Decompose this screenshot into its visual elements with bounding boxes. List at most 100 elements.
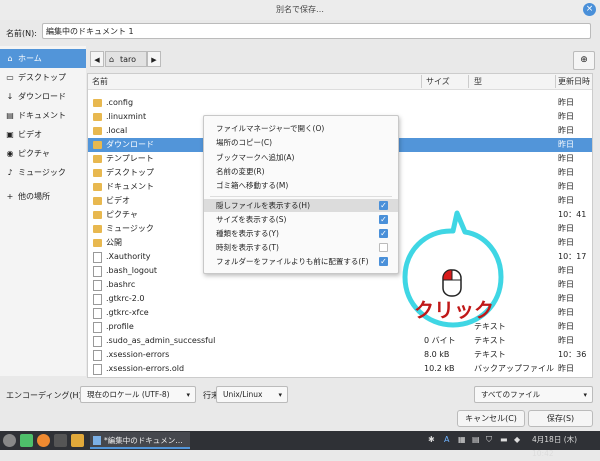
places-sidebar: ⌂ ホーム ▭ デスクトップ ↓ ダウンロード ▤ ドキュメント ▣ ビデオ ◉ ピクチャ ♪ ミュージッ… — [0, 46, 86, 376]
context-menu: ファイルマネージャーで開く(O) 場所のコピー(C) ブックマークへ追加(A) 名前の… — [203, 115, 399, 274]
column-type-header[interactable]: 型 — [474, 74, 482, 89]
click-annotation-text: クリック — [414, 298, 494, 322]
taskbar-task-editor[interactable]: *編集中のドキュメン… — [90, 432, 190, 449]
checkbox-checked-icon[interactable]: ✓ — [379, 201, 388, 210]
file-date: 昨日 — [558, 308, 574, 317]
menu-toggle-item[interactable]: 隠しファイルを表示する(H) ✓ — [204, 199, 398, 212]
menu-toggle-item[interactable]: サイズを表示する(S) ✓ — [204, 213, 398, 226]
sidebar-item-label: 他の場所 — [18, 192, 50, 201]
save-button[interactable]: 保存(S) — [528, 410, 593, 427]
file-date: 昨日 — [558, 336, 574, 345]
back-button[interactable]: ◀ — [90, 51, 104, 67]
close-button[interactable]: × — [583, 3, 596, 16]
folder-icon — [93, 169, 102, 177]
checkbox-unchecked-icon[interactable] — [379, 243, 388, 252]
new-folder-icon: ⊕ — [580, 55, 588, 65]
file-row[interactable]: .sudo_as_admin_successful 0 バイト テキスト 昨日 — [88, 334, 592, 348]
folder-icon — [93, 197, 102, 205]
checkbox-checked-icon[interactable]: ✓ — [379, 257, 388, 266]
sidebar-item-2[interactable]: ↓ ダウンロード — [0, 87, 86, 106]
sidebar-item-7[interactable]: + 他の場所 — [0, 187, 86, 206]
menu-toggle-item[interactable]: 時刻を表示する(T) — [204, 241, 398, 254]
shield-icon[interactable]: ⛉ — [486, 433, 492, 447]
menu-toggle-item[interactable]: 種類を表示する(Y) ✓ — [204, 227, 398, 240]
show-desktop-icon[interactable] — [20, 434, 33, 447]
file-name: ダウンロード — [106, 140, 154, 149]
file-name: デスクトップ — [106, 168, 154, 177]
file-icon — [93, 280, 102, 291]
column-size-header[interactable]: サイズ — [426, 74, 450, 89]
file-name: .sudo_as_admin_successful — [106, 336, 216, 345]
music-icon: ♪ — [7, 168, 13, 177]
filename-input[interactable]: 編集中のドキュメント 1 — [42, 23, 591, 39]
menu-icon[interactable] — [3, 434, 16, 447]
menu-item[interactable]: ブックマークへ追加(A) — [204, 151, 398, 164]
files-icon[interactable] — [71, 434, 84, 447]
sidebar-item-1[interactable]: ▭ デスクトップ — [0, 68, 86, 87]
network-icon[interactable]: ◆ — [514, 433, 520, 447]
column-name-header[interactable]: 名前 — [92, 74, 108, 89]
download-icon: ↓ — [6, 92, 14, 101]
menu-item[interactable]: ゴミ箱へ移動する(M) — [204, 179, 398, 192]
chevron-left-icon: ◀ — [94, 56, 100, 64]
cancel-button[interactable]: キャンセル(C) — [457, 410, 525, 427]
file-date: 昨日 — [558, 364, 574, 373]
file-row[interactable]: .gtkrc-2.0 昨日 — [88, 292, 592, 306]
menu-toggle-item[interactable]: フォルダーをファイルよりも前に配置する(F) ✓ — [204, 255, 398, 268]
file-name: ミュージック — [106, 224, 154, 233]
file-name: .config — [106, 98, 134, 107]
taskbar-task-label: *編集中のドキュメン… — [104, 436, 183, 445]
sidebar-item-0[interactable]: ⌂ ホーム — [0, 49, 86, 68]
menu-toggle-label: 時刻を表示する(T) — [216, 243, 279, 252]
file-filter-select[interactable]: すべてのファイル ▾ — [474, 386, 593, 403]
file-icon — [93, 364, 102, 375]
encoding-select[interactable]: 現在のロケール (UTF-8) ▾ — [80, 386, 196, 403]
sidebar-item-3[interactable]: ▤ ドキュメント — [0, 106, 86, 125]
file-name: ビデオ — [106, 196, 130, 205]
file-date: 昨日 — [558, 266, 574, 275]
window-title: 別名で保存… — [276, 5, 324, 14]
input-method-icon[interactable]: A — [444, 433, 449, 447]
folder-icon — [93, 155, 102, 163]
file-type: テキスト — [474, 336, 506, 345]
sidebar-item-label: ドキュメント — [18, 111, 66, 120]
line-ending-select[interactable]: Unix/Linux ▾ — [216, 386, 288, 403]
file-icon — [93, 308, 102, 319]
file-icon — [93, 322, 102, 333]
file-date: 10：41 — [558, 210, 587, 219]
clock[interactable]: 4月18日 (木) 10:42 — [532, 433, 600, 458]
column-modified-header[interactable]: 更新日時 — [558, 74, 590, 89]
keyboard-icon[interactable]: ▦ — [458, 433, 466, 447]
menu-item[interactable]: 場所のコピー(C) — [204, 136, 398, 149]
bluetooth-icon[interactable]: ✱ — [428, 433, 435, 447]
file-name: .Xauthority — [106, 252, 151, 261]
file-date: 昨日 — [558, 224, 574, 233]
sidebar-item-label: ミュージック — [18, 168, 66, 177]
file-row[interactable]: .config 昨日 — [88, 96, 592, 110]
home-icon: ⌂ — [7, 54, 13, 63]
sidebar-item-4[interactable]: ▣ ビデオ — [0, 125, 86, 144]
volume-icon[interactable]: ▬ — [500, 433, 508, 447]
file-row[interactable]: .bashrc 昨日 — [88, 278, 592, 292]
file-row[interactable]: .profile テキスト 昨日 — [88, 320, 592, 334]
file-row[interactable]: .xsession-errors.old 10.2 kB バックアップファイル 昨日 — [88, 362, 592, 376]
document-icon: ▤ — [6, 111, 14, 120]
forward-button[interactable]: ▶ — [147, 51, 161, 67]
terminal-icon[interactable] — [54, 434, 67, 447]
checkbox-checked-icon[interactable]: ✓ — [379, 215, 388, 224]
new-folder-button[interactable]: ⊕ — [573, 51, 595, 70]
menu-item[interactable]: ファイルマネージャーで開く(O) — [204, 122, 398, 135]
checkbox-checked-icon[interactable]: ✓ — [379, 229, 388, 238]
sidebar-item-5[interactable]: ◉ ピクチャ — [0, 144, 86, 163]
clipboard-icon[interactable]: ▤ — [472, 433, 480, 447]
breadcrumb-home[interactable]: ⌂ taro — [105, 51, 147, 67]
menu-item[interactable]: 名前の変更(R) — [204, 165, 398, 178]
dropdown-arrow-icon: ▾ — [278, 391, 282, 399]
firefox-icon[interactable] — [37, 434, 50, 447]
sidebar-item-6[interactable]: ♪ ミュージック — [0, 163, 86, 182]
home-icon: ⌂ — [109, 55, 115, 64]
file-row[interactable]: .gtkrc-xfceト昨日 — [88, 306, 592, 320]
dropdown-arrow-icon: ▾ — [583, 391, 587, 399]
file-row[interactable]: .xsession-errors 8.0 kB テキスト 10：36 — [88, 348, 592, 362]
breadcrumb-label: taro — [120, 55, 137, 64]
